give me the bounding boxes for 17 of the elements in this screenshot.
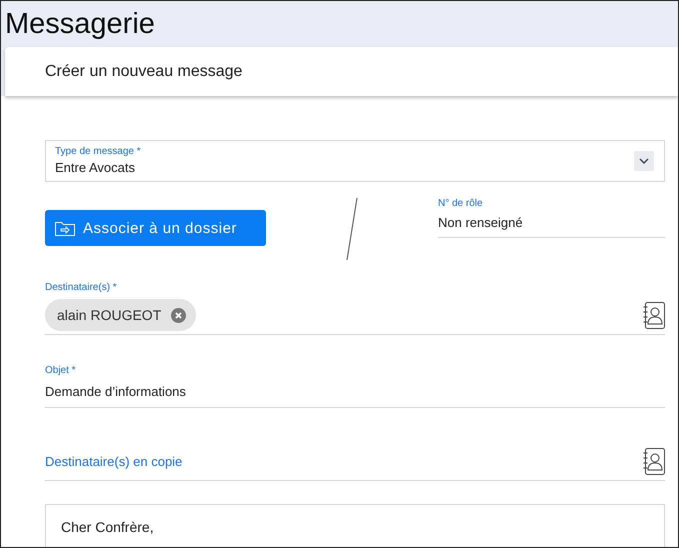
slash-divider xyxy=(346,198,358,260)
message-type-select[interactable]: Type de message * Entre Avocats xyxy=(45,140,665,182)
address-book-icon[interactable] xyxy=(643,448,665,475)
role-number-field[interactable]: N° de rôle Non renseigné xyxy=(438,194,665,238)
page-title: Messagerie xyxy=(5,8,155,40)
folder-icon xyxy=(55,220,75,236)
subject-field[interactable]: Demande d’informations xyxy=(45,376,665,408)
address-book-icon[interactable] xyxy=(643,302,665,328)
message-body-field[interactable]: Cher Confrère, xyxy=(45,504,665,547)
recipient-chip[interactable]: alain ROUGEOT xyxy=(45,299,196,331)
associate-folder-button[interactable]: Associer à un dossier xyxy=(45,210,266,246)
subject-label: Objet * xyxy=(45,365,77,376)
cc-recipients-field[interactable]: Destinataire(s) en copie xyxy=(45,446,643,476)
chevron-down-icon[interactable] xyxy=(634,151,654,171)
card-title: Créer un nouveau message xyxy=(45,62,242,80)
remove-icon[interactable] xyxy=(171,308,186,322)
recipients-label: Destinataire(s) * xyxy=(45,282,118,293)
